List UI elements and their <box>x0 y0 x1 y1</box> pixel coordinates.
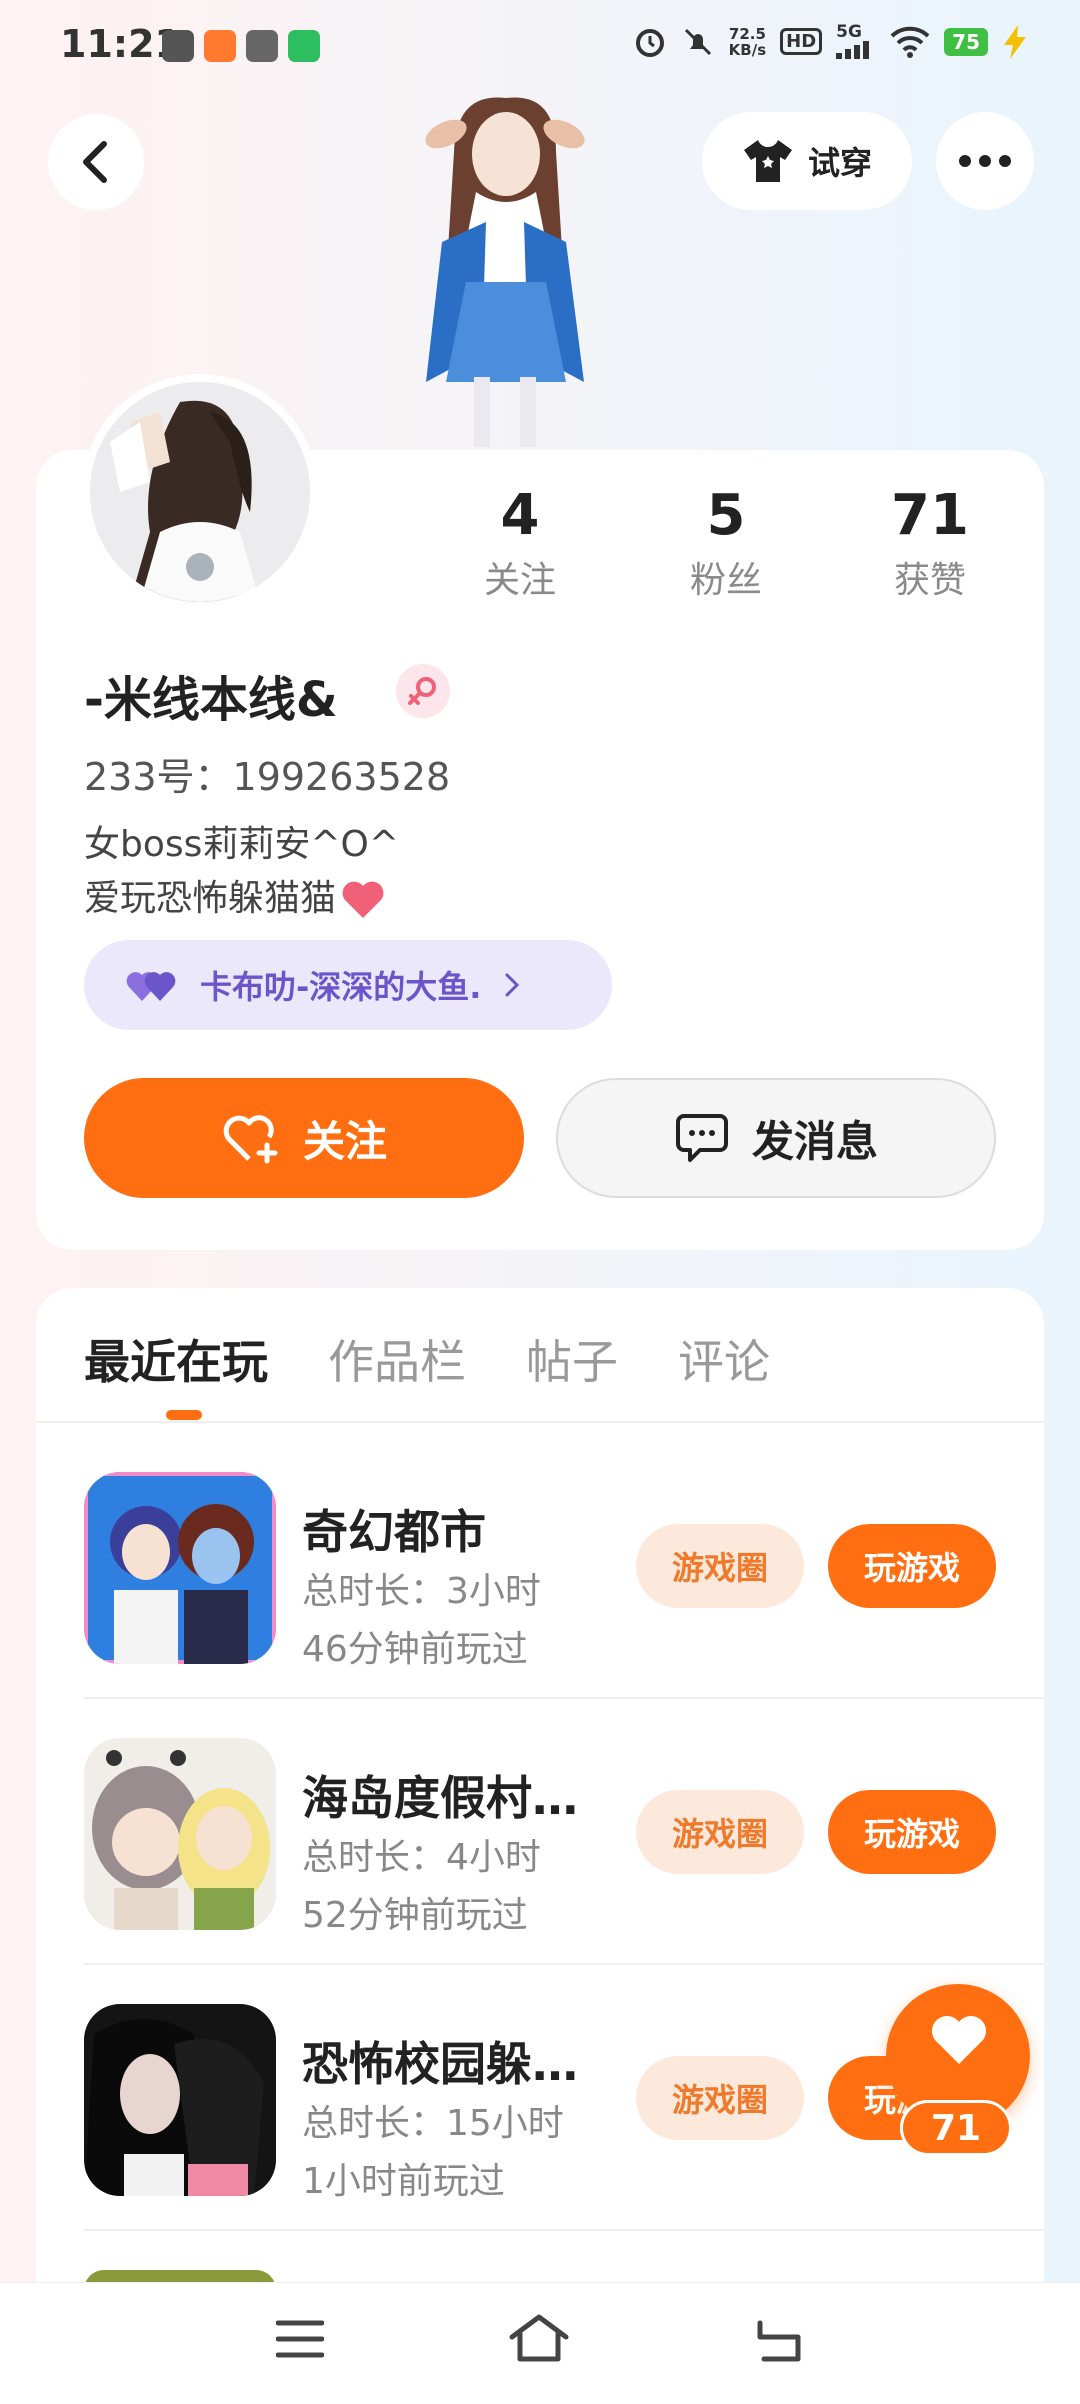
bio-line: 女boss莉莉安^O^ <box>84 824 400 865</box>
heart-plus-icon <box>223 1115 278 1164</box>
game-icon[interactable] <box>84 2004 276 2196</box>
system-nav-bar <box>0 2282 1080 2404</box>
game-last-played: 46分钟前玩过 <box>302 1629 528 1670</box>
game-total-time: 总时长：3小时 <box>302 1571 541 1612</box>
couple-hearts-icon <box>126 972 176 1001</box>
app-notification-icon <box>162 30 194 62</box>
game-icon[interactable] <box>84 1738 276 1930</box>
fans-stat[interactable]: 5 粉丝 <box>646 480 806 604</box>
nickname: -米线本线& <box>84 672 338 728</box>
game-name: 恐怖校园躲… <box>302 2037 578 2091</box>
bio: 女boss莉莉安^O^ 爱玩恐怖躲猫猫 <box>84 818 399 926</box>
tab-posts[interactable]: 帖子 <box>526 1326 618 1392</box>
dot <box>999 155 1011 167</box>
try-on-label: 试穿 <box>807 144 872 182</box>
game-circle-button[interactable]: 游戏圈 <box>636 1790 804 1874</box>
game-last-played: 1小时前玩过 <box>302 2161 505 2202</box>
dot <box>959 155 971 167</box>
like-count-badge: 71 <box>900 2100 1012 2156</box>
play-game-button[interactable]: 玩游戏 <box>828 1524 996 1608</box>
follow-label: 关注 <box>302 1116 387 1166</box>
follow-button[interactable]: 关注 <box>84 1078 524 1198</box>
chevron-left-icon <box>83 141 107 183</box>
chat-bubble-icon <box>675 1114 728 1162</box>
game-icon[interactable] <box>84 1472 276 1664</box>
fans-count: 5 <box>706 483 746 548</box>
following-count: 4 <box>500 483 540 548</box>
system-icons: 72.5 KB/s HD 5G 75 <box>633 24 1028 59</box>
status-bar: 11:21 72.5 KB/s HD 5G 75 <box>0 0 1080 96</box>
iqiyi-notification-icon <box>288 30 320 62</box>
relation-text: 卡布叻-深深的大鱼. <box>200 968 482 1006</box>
try-on-button[interactable]: 试穿 <box>702 112 912 210</box>
tab-indicator <box>166 1410 202 1420</box>
home-icon[interactable] <box>508 2313 570 2363</box>
row-divider <box>84 1697 1044 1699</box>
heart-icon <box>342 881 384 918</box>
app-notification-icon <box>246 30 278 62</box>
heart-icon <box>932 2016 986 2064</box>
back-button[interactable] <box>48 114 144 210</box>
wifi-icon <box>890 26 930 58</box>
alarm-icon <box>635 28 664 57</box>
game-name: 奇幻都市 <box>302 1505 486 1559</box>
net-speed: 72.5 KB/s <box>728 24 767 59</box>
taobao-notification-icon <box>204 30 236 62</box>
game-row[interactable]: 奇幻都市 总时长：3小时 46分钟前玩过 游戏圈 玩游戏 <box>84 1472 1044 1737</box>
profile-tabs: 最近在玩 作品栏 帖子 评论 <box>84 1326 770 1392</box>
dot <box>979 155 991 167</box>
bio-line: 爱玩恐怖躲猫猫 <box>84 878 337 919</box>
shirt-icon <box>743 140 792 182</box>
tab-recently-played[interactable]: 最近在玩 <box>84 1326 268 1392</box>
game-circle-button[interactable]: 游戏圈 <box>636 1524 804 1608</box>
game-last-played: 52分钟前玩过 <box>302 1895 528 1936</box>
row-divider <box>84 1963 1044 1965</box>
avatar[interactable] <box>82 374 318 610</box>
charging-icon <box>1004 24 1026 59</box>
relation-badge[interactable]: 卡布叻-深深的大鱼. <box>84 940 612 1030</box>
tab-comments[interactable]: 评论 <box>678 1326 770 1392</box>
row-divider <box>84 2229 1044 2231</box>
game-circle-button[interactable]: 游戏圈 <box>636 2056 804 2140</box>
battery-indicator: 75 <box>944 27 988 56</box>
send-message-button[interactable]: 发消息 <box>556 1078 996 1198</box>
following-stat[interactable]: 4 关注 <box>440 480 600 604</box>
hd-badge: HD <box>780 28 823 55</box>
menu-icon[interactable] <box>276 2319 324 2359</box>
likes-label: 获赞 <box>893 560 966 601</box>
likes-stat[interactable]: 71 获赞 <box>850 480 1010 604</box>
notification-icons <box>162 30 320 62</box>
more-button[interactable] <box>936 112 1034 210</box>
message-label: 发消息 <box>751 1116 878 1166</box>
tab-works[interactable]: 作品栏 <box>328 1326 466 1392</box>
chevron-right-icon <box>505 973 520 997</box>
game-name: 海岛度假村… <box>302 1771 578 1825</box>
back-nav-icon[interactable] <box>754 2319 804 2363</box>
mute-icon <box>684 28 711 55</box>
gender-female-icon <box>396 664 450 718</box>
game-total-time: 总时长：4小时 <box>302 1837 541 1878</box>
likes-count: 71 <box>891 483 969 548</box>
game-total-time: 总时长：15小时 <box>302 2103 564 2144</box>
following-label: 关注 <box>483 560 556 601</box>
play-game-button[interactable]: 玩游戏 <box>828 1790 996 1874</box>
game-row[interactable]: 海岛度假村… 总时长：4小时 52分钟前玩过 游戏圈 玩游戏 <box>84 1738 1044 2003</box>
user-id[interactable]: 233号：199263528 <box>84 746 450 801</box>
signal-icon: 5G <box>836 24 876 59</box>
avatar-figure[interactable] <box>396 92 612 452</box>
tab-divider <box>36 1421 1044 1423</box>
fans-label: 粉丝 <box>689 560 762 601</box>
